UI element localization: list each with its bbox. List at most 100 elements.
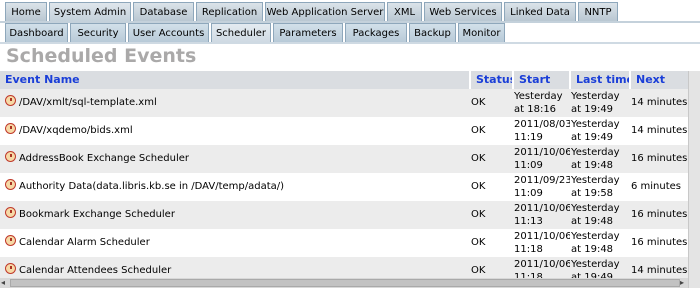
event-name[interactable]: Calendar Alarm Scheduler bbox=[19, 237, 150, 248]
table-row[interactable]: /DAV/xqdemo/bids.xml OK 2011/08/03 11:19 Yes… bbox=[0, 117, 688, 145]
last-time-cell: Yesterday at 19:49 bbox=[571, 89, 630, 118]
last-time-cell: Yesterday at 19:49 bbox=[571, 117, 630, 146]
start-cell: 2011/10/06 11:18 bbox=[514, 229, 570, 258]
next-cell: 14 minutes bbox=[631, 125, 688, 136]
tab-user-accounts[interactable]: User Accounts bbox=[128, 23, 209, 42]
start-cell: 2011/09/23 11:09 bbox=[514, 173, 570, 202]
tab-monitor[interactable]: Monitor bbox=[458, 23, 505, 42]
col-header-next[interactable]: Next bbox=[631, 71, 688, 89]
tab-linked-data[interactable]: Linked Data bbox=[504, 2, 576, 21]
tab-web-application-server[interactable]: Web Application Server bbox=[265, 2, 385, 21]
status-cell: OK bbox=[471, 153, 486, 164]
last-line-1: Yesterday bbox=[571, 147, 620, 158]
last-line-2: at 19:48 bbox=[571, 160, 614, 171]
table-row[interactable]: Authority Data(data.libris.kb.se in /DAV… bbox=[0, 173, 688, 201]
tab-scheduler[interactable]: Scheduler bbox=[211, 23, 271, 42]
event-name-cell[interactable]: /DAV/xqdemo/bids.xml bbox=[5, 117, 470, 145]
alarm-clock-icon bbox=[5, 123, 16, 134]
tab-security[interactable]: Security bbox=[70, 23, 126, 42]
next-cell: 16 minutes bbox=[631, 153, 688, 164]
col-header-status[interactable]: Status bbox=[471, 71, 514, 89]
last-line-1: Yesterday bbox=[571, 259, 620, 270]
last-line-2: at 19:58 bbox=[571, 188, 614, 199]
alarm-clock-icon bbox=[5, 263, 16, 274]
status-cell: OK bbox=[471, 209, 486, 220]
start-line-2: 11:09 bbox=[514, 160, 543, 171]
table-row[interactable]: AddressBook Exchange Scheduler OK 2011/10/… bbox=[0, 145, 688, 173]
start-line-1: 2011/09/23 bbox=[514, 175, 570, 186]
start-line-2: 11:13 bbox=[514, 216, 543, 227]
horizontal-scrollbar[interactable]: ◂ ▸ bbox=[0, 278, 688, 288]
last-line-1: Yesterday bbox=[571, 91, 620, 102]
tab-home[interactable]: Home bbox=[5, 2, 47, 21]
page-title: Scheduled Events bbox=[6, 45, 197, 67]
event-name[interactable]: Calendar Attendees Scheduler bbox=[19, 265, 171, 276]
last-time-cell: Yesterday at 19:48 bbox=[571, 201, 630, 230]
table-row[interactable]: /DAV/xmlt/sql-template.xml OK Yesterday at … bbox=[0, 89, 688, 117]
start-line-1: 2011/10/06 bbox=[514, 147, 570, 158]
start-cell: 2011/08/03 11:19 bbox=[514, 117, 570, 146]
top-tab-bar: Home System Admin Database Replication W… bbox=[0, 2, 700, 21]
tab-xml[interactable]: XML bbox=[387, 2, 422, 21]
event-name[interactable]: /DAV/xmlt/sql-template.xml bbox=[19, 97, 157, 108]
last-line-2: at 19:48 bbox=[571, 244, 614, 255]
col-header-last-time[interactable]: Last time bbox=[571, 71, 631, 89]
tab-database[interactable]: Database bbox=[133, 2, 194, 21]
event-name-cell[interactable]: Bookmark Exchange Scheduler bbox=[5, 201, 470, 229]
event-name[interactable]: Bookmark Exchange Scheduler bbox=[19, 209, 175, 220]
last-line-2: at 19:48 bbox=[571, 216, 614, 227]
start-line-2: 11:09 bbox=[514, 188, 543, 199]
start-cell: 2011/10/06 11:13 bbox=[514, 201, 570, 230]
col-header-start[interactable]: Start bbox=[514, 71, 571, 89]
tab-packages[interactable]: Packages bbox=[345, 23, 407, 42]
start-line-2: at 18:16 bbox=[514, 104, 557, 115]
event-name-cell[interactable]: Authority Data(data.libris.kb.se in /DAV… bbox=[5, 173, 470, 201]
start-cell: Yesterday at 18:16 bbox=[514, 89, 570, 118]
event-name-cell[interactable]: AddressBook Exchange Scheduler bbox=[5, 145, 470, 173]
last-line-2: at 19:49 bbox=[571, 104, 614, 115]
last-time-cell: Yesterday at 19:58 bbox=[571, 173, 630, 202]
tab-parameters[interactable]: Parameters bbox=[273, 23, 343, 42]
alarm-clock-icon bbox=[5, 179, 16, 190]
alarm-clock-icon bbox=[5, 235, 16, 246]
next-cell: 6 minutes bbox=[631, 181, 682, 192]
table-row[interactable]: Bookmark Exchange Scheduler OK 2011/10/06 1… bbox=[0, 201, 688, 229]
last-time-cell: Yesterday at 19:48 bbox=[571, 145, 630, 174]
start-line-1: 2011/10/06 bbox=[514, 231, 570, 242]
last-line-1: Yesterday bbox=[571, 203, 620, 214]
alarm-clock-icon bbox=[5, 95, 16, 106]
event-name-cell[interactable]: /DAV/xmlt/sql-template.xml bbox=[5, 89, 470, 117]
scroll-left-arrow-icon[interactable]: ◂ bbox=[1, 278, 5, 288]
event-name-cell[interactable]: Calendar Alarm Scheduler bbox=[5, 229, 470, 257]
status-cell: OK bbox=[471, 237, 486, 248]
sub-tabbar-underline bbox=[0, 42, 700, 44]
last-line-1: Yesterday bbox=[571, 175, 620, 186]
tab-system-admin[interactable]: System Admin bbox=[49, 2, 131, 21]
start-line-1: Yesterday bbox=[514, 91, 563, 102]
tab-backup[interactable]: Backup bbox=[409, 23, 456, 42]
status-cell: OK bbox=[471, 181, 486, 192]
vertical-scrollbar[interactable] bbox=[688, 71, 700, 288]
tab-dashboard[interactable]: Dashboard bbox=[5, 23, 68, 42]
table-row[interactable]: Calendar Alarm Scheduler OK 2011/10/06 11:1… bbox=[0, 229, 688, 257]
start-line-2: 11:18 bbox=[514, 244, 543, 255]
start-line-1: 2011/10/06 bbox=[514, 259, 570, 270]
status-cell: OK bbox=[471, 97, 486, 108]
event-name[interactable]: /DAV/xqdemo/bids.xml bbox=[19, 125, 133, 136]
event-name[interactable]: Authority Data(data.libris.kb.se in /DAV… bbox=[19, 181, 284, 192]
last-line-1: Yesterday bbox=[571, 119, 620, 130]
tab-replication[interactable]: Replication bbox=[196, 2, 263, 21]
tab-web-services[interactable]: Web Services bbox=[424, 2, 502, 21]
status-cell: OK bbox=[471, 125, 486, 136]
sub-tab-bar: Dashboard Security User Accounts Schedul… bbox=[0, 23, 700, 42]
col-header-event-name[interactable]: Event Name bbox=[0, 71, 471, 89]
tab-nntp[interactable]: NNTP bbox=[578, 2, 618, 21]
scrollbar-thumb[interactable] bbox=[10, 279, 680, 287]
last-time-cell: Yesterday at 19:48 bbox=[571, 229, 630, 258]
scroll-right-arrow-icon[interactable]: ▸ bbox=[680, 278, 684, 288]
alarm-clock-icon bbox=[5, 207, 16, 218]
start-cell: 2011/10/06 11:09 bbox=[514, 145, 570, 174]
start-line-1: 2011/08/03 bbox=[514, 119, 570, 130]
next-cell: 14 minutes bbox=[631, 97, 688, 108]
event-name[interactable]: AddressBook Exchange Scheduler bbox=[19, 153, 189, 164]
